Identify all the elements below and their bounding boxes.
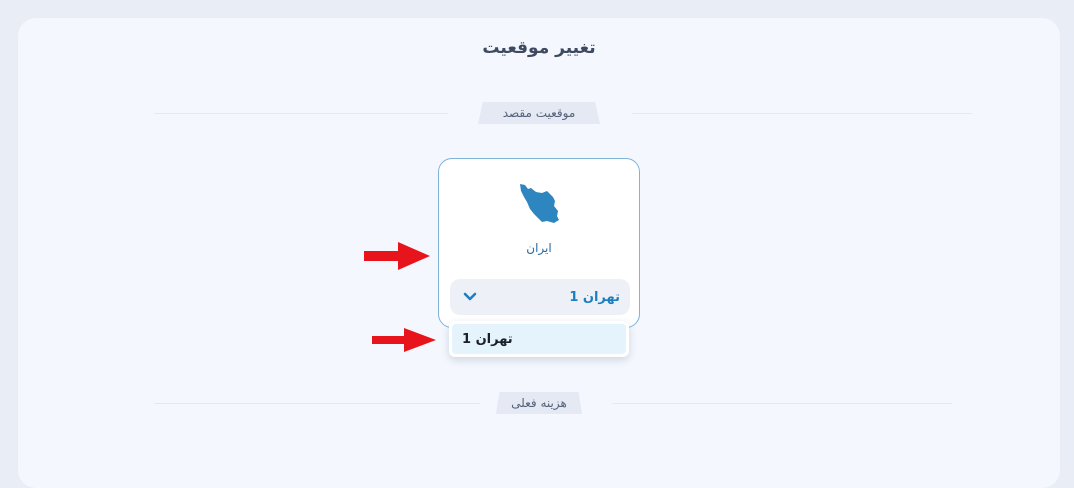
annotation-arrow-icon bbox=[364, 242, 430, 270]
dropdown-option-tehran-1[interactable]: تهران 1 bbox=[452, 324, 626, 354]
selected-location: تهران 1 bbox=[569, 289, 620, 305]
change-location-panel: تغییر موقعیت موقعیت مقصد ایران تهران 1 ه… bbox=[18, 18, 1060, 488]
section-divider-left bbox=[154, 113, 448, 114]
destination-section-label: موقعیت مقصد bbox=[478, 102, 600, 124]
section-divider-right bbox=[632, 113, 972, 114]
current-cost-section-label: هزینه فعلی bbox=[496, 392, 582, 414]
location-select[interactable]: تهران 1 bbox=[450, 279, 630, 315]
annotation-arrow-icon bbox=[372, 328, 436, 352]
cost-divider-left bbox=[154, 403, 480, 404]
location-card[interactable]: ایران تهران 1 bbox=[438, 158, 640, 328]
cost-divider-right bbox=[612, 403, 952, 404]
country-label: ایران bbox=[526, 241, 552, 255]
chevron-down-icon bbox=[463, 292, 477, 301]
location-dropdown-menu: تهران 1 bbox=[449, 321, 629, 357]
dropdown-option-label: تهران 1 bbox=[462, 331, 513, 347]
iran-map-icon bbox=[520, 184, 559, 223]
page-title: تغییر موقعیت bbox=[482, 38, 596, 58]
